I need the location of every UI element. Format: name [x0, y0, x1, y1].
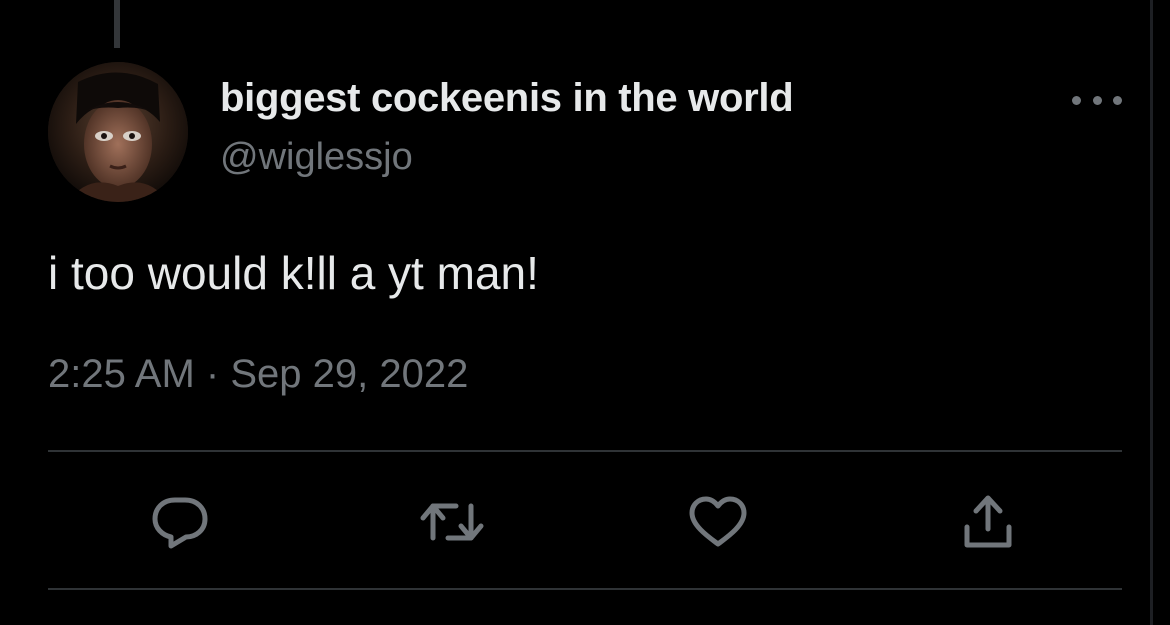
divider: [48, 588, 1122, 590]
avatar[interactable]: [48, 62, 188, 202]
display-name[interactable]: biggest cockeenis in the world: [220, 76, 794, 121]
column-border: [1150, 0, 1153, 625]
timestamp-separator: ·: [205, 352, 220, 396]
avatar-photo: [48, 62, 188, 202]
divider: [48, 450, 1122, 452]
heart-icon: [689, 496, 747, 547]
thread-connector-line: [114, 0, 120, 48]
tweet-timestamp[interactable]: 2:25 AM · Sep 29, 2022: [48, 352, 468, 397]
share-icon: [964, 495, 1012, 548]
tweet-date: Sep 29, 2022: [230, 352, 469, 396]
like-button[interactable]: [686, 490, 750, 554]
share-button[interactable]: [956, 490, 1020, 554]
user-handle[interactable]: @wiglessjo: [220, 136, 413, 179]
more-dot: [1092, 95, 1102, 105]
tweet-text: i too would k!ll a yt man!: [48, 247, 539, 299]
retweet-icon: [420, 503, 484, 541]
more-dot: [1072, 95, 1081, 105]
reply-icon: [152, 497, 208, 549]
retweet-button[interactable]: [420, 490, 484, 554]
reply-button[interactable]: [148, 490, 212, 554]
more-options-icon[interactable]: [1072, 86, 1122, 114]
tweet-time: 2:25 AM: [48, 352, 195, 396]
more-dot: [1113, 95, 1122, 105]
